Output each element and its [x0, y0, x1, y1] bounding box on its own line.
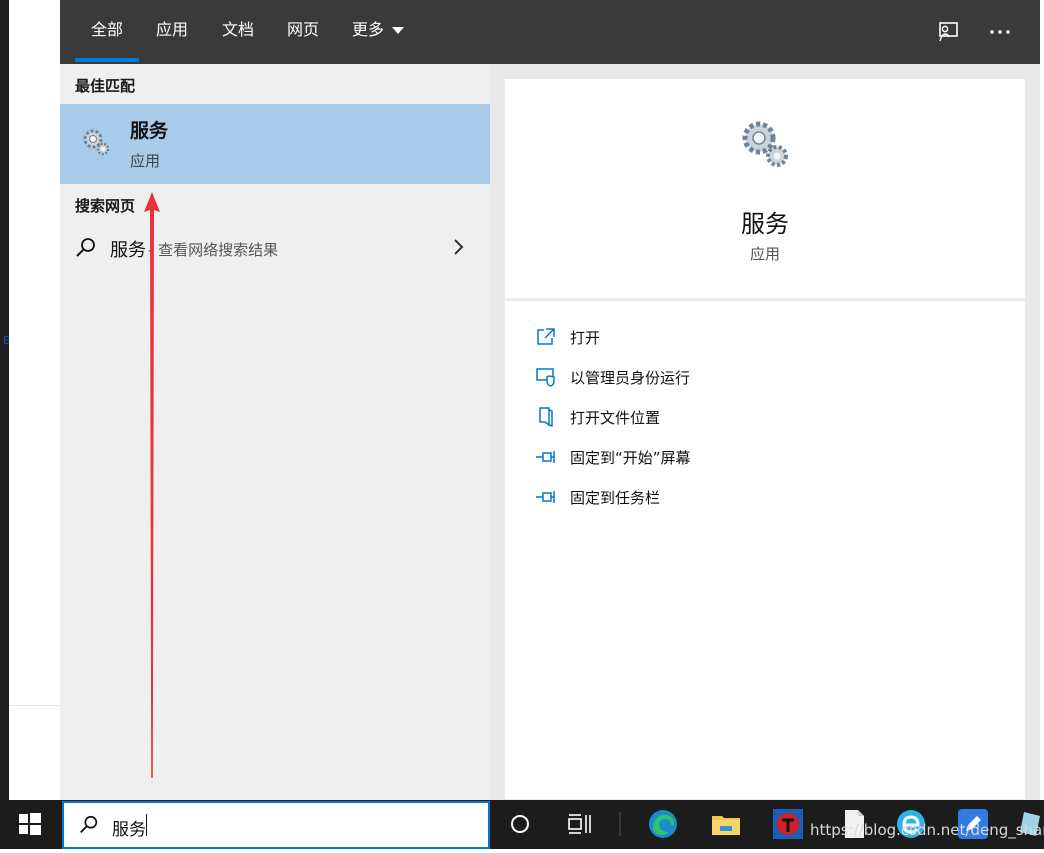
search-icon [78, 814, 100, 840]
tab-more[interactable]: 更多 [352, 0, 405, 64]
action-run-as-admin[interactable]: 以管理员身份运行 [535, 362, 995, 392]
file-location-icon [535, 406, 557, 428]
edge-browser-icon[interactable] [647, 808, 679, 840]
detail-title: 服务 [741, 210, 789, 238]
action-open-file-location[interactable]: 打开文件位置 [535, 402, 995, 432]
best-match-item[interactable]: 服务 应用 [60, 104, 490, 184]
action-open-file-location-label: 打开文件位置 [570, 409, 661, 427]
shield-icon [535, 366, 557, 388]
background-text: E [3, 334, 10, 347]
chevron-down-icon [392, 27, 405, 34]
start-button[interactable] [0, 800, 60, 849]
more-options-icon[interactable] [986, 18, 1014, 46]
results-list: 最佳匹配 服务 应用 搜索网页 服务 - 查看网络搜索结果 [60, 64, 490, 800]
action-pin-to-start[interactable]: 固定到“开始”屏幕 [535, 442, 995, 472]
web-search-heading: 搜索网页 [75, 197, 136, 215]
action-open-label: 打开 [570, 329, 601, 347]
action-pin-to-start-label: 固定到“开始”屏幕 [570, 449, 691, 467]
best-match-name: 服务 [130, 120, 169, 142]
file-explorer-icon[interactable] [710, 808, 742, 840]
web-search-hint: - 查看网络搜索结果 [148, 241, 279, 259]
tab-all[interactable]: 全部 [74, 0, 140, 64]
feedback-icon[interactable] [934, 18, 962, 46]
watermark-text: https://blog.csdn.net/deng_shan [810, 821, 1044, 839]
detail-divider [505, 298, 1025, 301]
services-gear-icon-large [738, 117, 792, 175]
text-cursor [146, 814, 147, 836]
chevron-right-icon [452, 236, 466, 262]
action-pin-to-taskbar-label: 固定到任务栏 [570, 489, 661, 507]
taskbar-separator [618, 808, 622, 840]
background-divider [9, 705, 60, 706]
action-pin-to-taskbar[interactable]: 固定到任务栏 [535, 482, 995, 512]
open-icon [535, 326, 557, 348]
window-edge [0, 0, 9, 800]
tab-apps[interactable]: 应用 [156, 0, 188, 64]
pin-icon [535, 486, 557, 508]
best-match-heading: 最佳匹配 [75, 77, 136, 95]
taskbar-search-box[interactable]: 服务 [62, 801, 490, 849]
filter-tab-bar: 全部 应用 文档 网页 更多 [60, 0, 1040, 64]
services-gear-icon [80, 126, 112, 162]
background-window: E [0, 0, 60, 800]
web-search-result[interactable]: 服务 - 查看网络搜索结果 [60, 228, 490, 270]
app-icon-red[interactable] [772, 808, 804, 840]
detail-type: 应用 [749, 245, 780, 263]
tab-documents[interactable]: 文档 [222, 0, 254, 64]
cortana-icon[interactable] [504, 808, 536, 840]
background-window-right [1040, 0, 1044, 800]
task-view-icon[interactable] [563, 808, 595, 840]
tab-more-label: 更多 [352, 20, 385, 39]
best-match-type: 应用 [130, 152, 161, 170]
action-open[interactable]: 打开 [535, 322, 995, 352]
start-search-panel: 全部 应用 文档 网页 更多 最佳匹配 服务 应用 搜索网页 服务 - 查看网络… [60, 0, 1040, 800]
action-run-as-admin-label: 以管理员身份运行 [570, 369, 691, 387]
annotation-arrow [140, 192, 164, 786]
pin-icon [535, 446, 557, 468]
search-input-value: 服务 [112, 820, 146, 840]
detail-pane: 服务 应用 打开 以管理员身份运行 打开文件位置 固定到“开始”屏幕 固定到任务… [505, 79, 1025, 799]
tab-web[interactable]: 网页 [287, 0, 319, 64]
search-icon [74, 236, 98, 264]
